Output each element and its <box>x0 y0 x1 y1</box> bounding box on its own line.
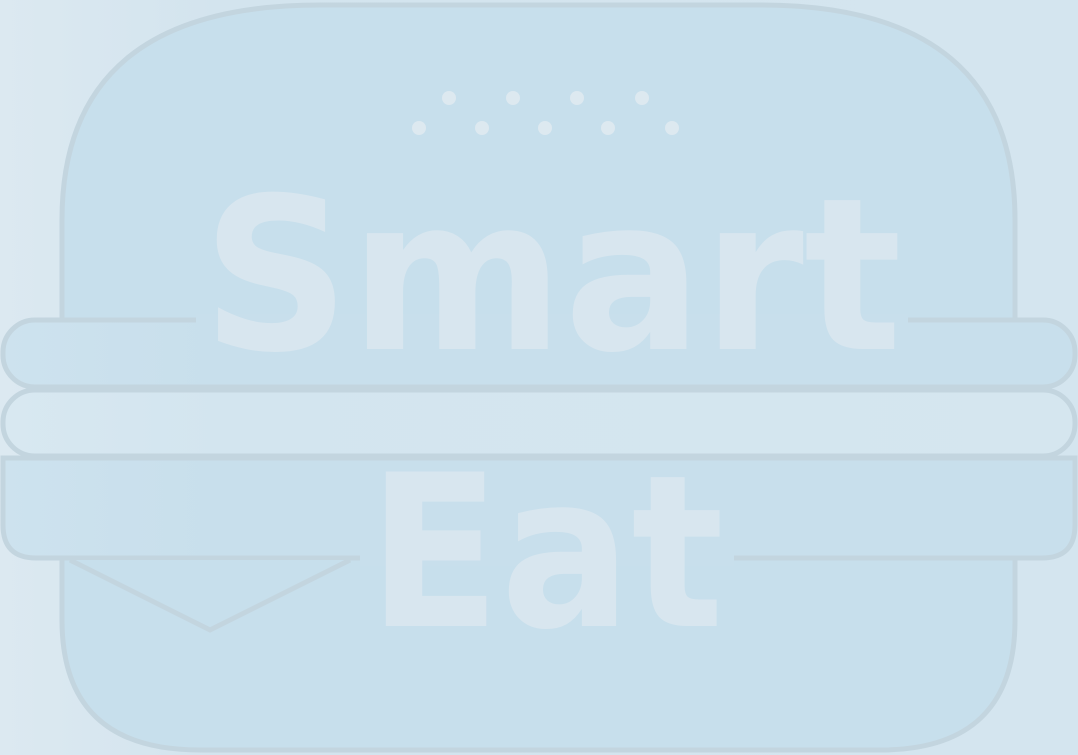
smart-eat-logo: Smart Eat <box>0 0 1078 755</box>
logo-word-smart: Smart <box>202 152 902 399</box>
logo-word-eat: Eat <box>368 429 724 676</box>
logo-canvas: Smart Eat <box>0 0 1078 755</box>
